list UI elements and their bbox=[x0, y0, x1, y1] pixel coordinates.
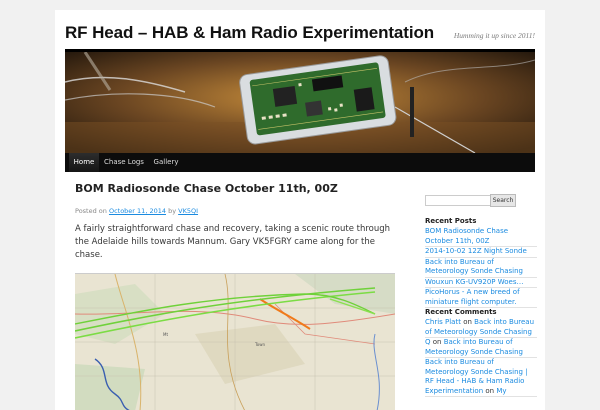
recent-comments-title: Recent Comments bbox=[425, 308, 497, 316]
recent-post-link[interactable]: BOM Radiosonde Chase October 11th, 00Z bbox=[425, 227, 508, 245]
recent-posts-title: Recent Posts bbox=[425, 217, 477, 225]
list-item: Q on Back into Bureau of Meteorology Son… bbox=[425, 338, 537, 358]
list-item: 2014-10-02 12Z Night Sonde bbox=[425, 247, 537, 258]
comment-author-link[interactable]: Q bbox=[425, 338, 431, 346]
list-item: Back into Bureau of Meteorology Sonde Ch… bbox=[425, 358, 537, 397]
page-container: RF Head – HAB & Ham Radio Experimentatio… bbox=[55, 10, 545, 410]
comment-author-link[interactable]: Chris Platt bbox=[425, 318, 461, 326]
recent-post-link[interactable]: Back into Bureau of Meteorology Sonde Ch… bbox=[425, 258, 523, 276]
post-date-link[interactable]: October 11, 2014 bbox=[109, 207, 166, 215]
meta-by-label: by bbox=[168, 207, 177, 215]
chase-route-map-image[interactable]: Mt Town bbox=[75, 273, 395, 410]
post-meta: Posted on October 11, 2014 by VK5QI bbox=[75, 207, 198, 215]
list-item: Back into Bureau of Meteorology Sonde Ch… bbox=[425, 258, 537, 278]
recent-post-link[interactable]: PicoHorus - A new breed of miniature fli… bbox=[425, 288, 520, 306]
comment-author-link[interactable]: Back into Bureau of Meteorology Sonde Ch… bbox=[425, 358, 528, 395]
list-item: Wouxun KG-UV920P Woes… bbox=[425, 278, 537, 288]
nav-item-chase-logs[interactable]: Chase Logs bbox=[101, 153, 147, 172]
list-item: Chris Platt on Back into Bureau of Meteo… bbox=[425, 318, 537, 338]
post-author-link[interactable]: VK5QI bbox=[178, 207, 198, 215]
search-button[interactable]: Search bbox=[490, 194, 516, 207]
post-title[interactable]: BOM Radiosonde Chase October 11th, 00Z bbox=[75, 182, 338, 195]
nav-item-gallery[interactable]: Gallery bbox=[149, 153, 183, 172]
list-item: PicoHorus - A new breed of miniature fli… bbox=[425, 288, 537, 308]
site-title[interactable]: RF Head – HAB & Ham Radio Experimentatio… bbox=[65, 23, 434, 43]
header-banner-image[interactable] bbox=[65, 52, 535, 153]
recent-comments-list: Chris Platt on Back into Bureau of Meteo… bbox=[425, 318, 537, 397]
main-navigation: Home Chase Logs Gallery bbox=[65, 153, 535, 172]
post-body-text: A fairly straightforward chase and recov… bbox=[75, 224, 391, 260]
svg-text:Mt: Mt bbox=[163, 332, 168, 337]
list-item: BOM Radiosonde Chase October 11th, 00Z bbox=[425, 227, 537, 247]
svg-text:Town: Town bbox=[254, 342, 265, 347]
comment-post-link[interactable]: My bbox=[496, 387, 506, 395]
comment-on-label: on bbox=[432, 338, 442, 346]
meta-posted-on-label: Posted on bbox=[75, 207, 107, 215]
recent-post-link[interactable]: 2014-10-02 12Z Night Sonde bbox=[425, 247, 527, 255]
nav-item-home[interactable]: Home bbox=[69, 153, 99, 172]
recent-post-link[interactable]: Wouxun KG-UV920P Woes… bbox=[425, 278, 523, 286]
recent-posts-list: BOM Radiosonde Chase October 11th, 00Z 2… bbox=[425, 227, 537, 308]
site-description: Humming it up since 2011! bbox=[453, 31, 535, 40]
comment-on-label: on bbox=[463, 318, 472, 326]
comment-on-label: on bbox=[485, 386, 495, 395]
